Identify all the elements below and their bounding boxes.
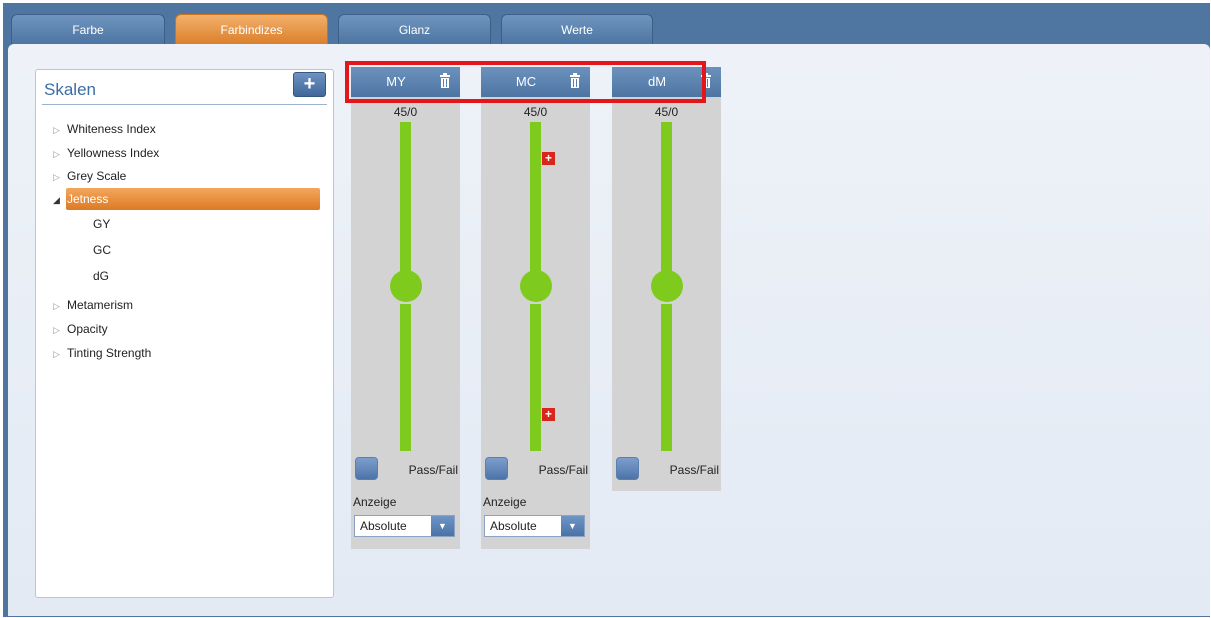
add-scale-button[interactable]: + xyxy=(293,72,326,97)
pass-fail-checkbox[interactable] xyxy=(355,457,378,480)
anzeige-dropdown[interactable]: Absolute ▼ xyxy=(484,515,585,537)
anzeige-label: Anzeige xyxy=(353,495,397,509)
pass-fail-label: Pass/Fail xyxy=(408,463,458,477)
column-header-mc: MC xyxy=(481,67,590,97)
scale-column-mc: MC 45/0 + + Pass/Fail Anzeige Absolute ▼ xyxy=(481,67,590,549)
tab-werte[interactable]: Werte xyxy=(501,14,653,46)
tree-child-gy[interactable]: GY xyxy=(93,214,110,234)
tree-item-grey-scale[interactable]: ▷ Grey Scale xyxy=(53,166,126,186)
tree-child-gc[interactable]: GC xyxy=(93,240,111,260)
column-header-my: MY xyxy=(351,67,460,97)
slider-knob[interactable] xyxy=(520,270,552,302)
expand-arrow-icon[interactable]: ▷ xyxy=(53,320,67,340)
slider-knob[interactable] xyxy=(651,270,683,302)
trash-icon[interactable] xyxy=(699,72,713,90)
tree-item-yellowness-index[interactable]: ▷ Yellowness Index xyxy=(53,143,159,163)
chevron-down-icon[interactable]: ▼ xyxy=(561,516,584,536)
column-name-mc: MC xyxy=(515,74,537,89)
anzeige-value: Absolute xyxy=(490,519,537,533)
geometry-label: 45/0 xyxy=(523,105,548,119)
slider-track-upper xyxy=(530,122,541,272)
geometry-label: 45/0 xyxy=(393,105,418,119)
trash-icon[interactable] xyxy=(568,72,582,90)
scale-column-my: MY 45/0 Pass/Fail Anzeige Absolute ▼ xyxy=(351,67,460,549)
plus-icon: + xyxy=(303,73,316,95)
tree-item-tinting-strength[interactable]: ▷ Tinting Strength xyxy=(53,343,151,363)
tree-child-dg[interactable]: dG xyxy=(93,266,109,286)
column-name-my: MY xyxy=(386,74,406,89)
tree-item-jetness[interactable]: ◢ Jetness xyxy=(53,189,108,209)
column-name-dm: dM xyxy=(647,74,667,89)
collapse-arrow-icon[interactable]: ◢ xyxy=(53,190,67,210)
slider-track-lower xyxy=(530,304,541,451)
geometry-label: 45/0 xyxy=(654,105,679,119)
tree-item-opacity[interactable]: ▷ Opacity xyxy=(53,319,108,339)
scales-title: Skalen xyxy=(44,80,96,99)
expand-arrow-icon[interactable]: ▷ xyxy=(53,144,67,164)
tree-item-metamerism[interactable]: ▷ Metamerism xyxy=(53,295,133,315)
trash-icon[interactable] xyxy=(438,72,452,90)
pass-fail-label: Pass/Fail xyxy=(538,463,588,477)
slider-track-upper xyxy=(400,122,411,272)
expand-arrow-icon[interactable]: ▷ xyxy=(53,344,67,364)
chevron-down-icon[interactable]: ▼ xyxy=(431,516,454,536)
tab-farbindizes[interactable]: Farbindizes xyxy=(175,14,328,46)
plus-icon[interactable]: + xyxy=(542,152,555,165)
tree-item-whiteness-index[interactable]: ▷ Whiteness Index xyxy=(53,119,156,139)
anzeige-value: Absolute xyxy=(360,519,407,533)
anzeige-label: Anzeige xyxy=(483,495,527,509)
app-window: Farbe Farbindizes Glanz Werte Skalen + ▷… xyxy=(0,0,1211,618)
expand-arrow-icon[interactable]: ▷ xyxy=(53,296,67,316)
tab-glanz[interactable]: Glanz xyxy=(338,14,491,46)
slider-knob[interactable] xyxy=(390,270,422,302)
column-header-dm: dM xyxy=(612,67,721,97)
expand-arrow-icon[interactable]: ▷ xyxy=(53,167,67,187)
scales-divider xyxy=(42,104,327,105)
slider-track-lower xyxy=(661,304,672,451)
slider-track-lower xyxy=(400,304,411,451)
tab-farbe[interactable]: Farbe xyxy=(11,14,165,46)
pass-fail-label: Pass/Fail xyxy=(669,463,719,477)
pass-fail-checkbox[interactable] xyxy=(485,457,508,480)
plus-icon[interactable]: + xyxy=(542,408,555,421)
pass-fail-checkbox[interactable] xyxy=(616,457,639,480)
scale-column-dm: dM 45/0 Pass/Fail xyxy=(612,67,721,491)
expand-arrow-icon[interactable]: ▷ xyxy=(53,120,67,140)
slider-track-upper xyxy=(661,122,672,272)
anzeige-dropdown[interactable]: Absolute ▼ xyxy=(354,515,455,537)
